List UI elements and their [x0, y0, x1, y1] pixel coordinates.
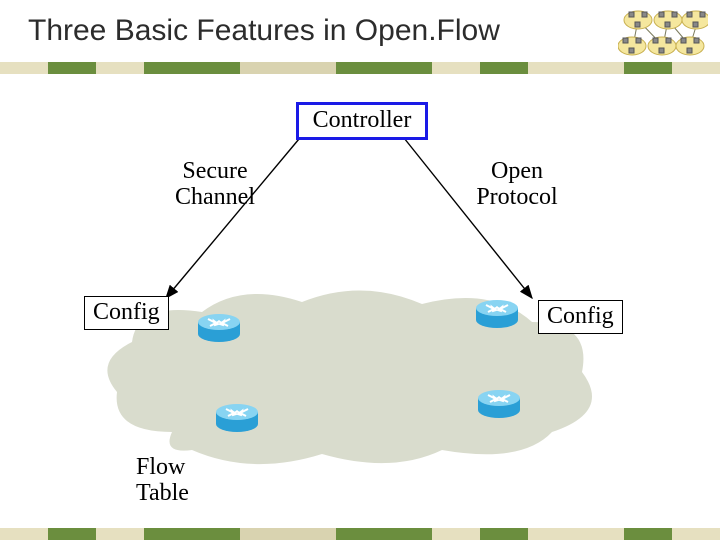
open-protocol-text: OpenProtocol: [476, 158, 557, 210]
router-icon: [474, 296, 520, 328]
stripe-bottom: [0, 528, 720, 540]
secure-channel-label: SecureChannel: [160, 158, 270, 211]
flow-table-text: FlowTable: [136, 454, 189, 506]
config-right-label: Config: [547, 303, 614, 329]
router-icon: [214, 400, 260, 432]
secure-channel-text: SecureChannel: [175, 158, 255, 210]
config-right-box: Config: [538, 300, 623, 334]
network-mesh-icon: [618, 6, 708, 67]
router-icon: [196, 310, 242, 342]
config-left-label: Config: [93, 299, 160, 325]
open-protocol-label: OpenProtocol: [462, 158, 572, 211]
router-icon: [476, 386, 522, 418]
slide-title: Three Basic Features in Open.Flow: [28, 14, 500, 48]
slide: Three Basic Features in Open.Flow: [0, 0, 720, 540]
stripe-top: [0, 62, 720, 74]
flow-table-label: FlowTable: [136, 454, 216, 507]
config-left-box: Config: [84, 296, 169, 330]
controller-box: Controller: [296, 102, 428, 140]
controller-label: Controller: [313, 107, 412, 133]
